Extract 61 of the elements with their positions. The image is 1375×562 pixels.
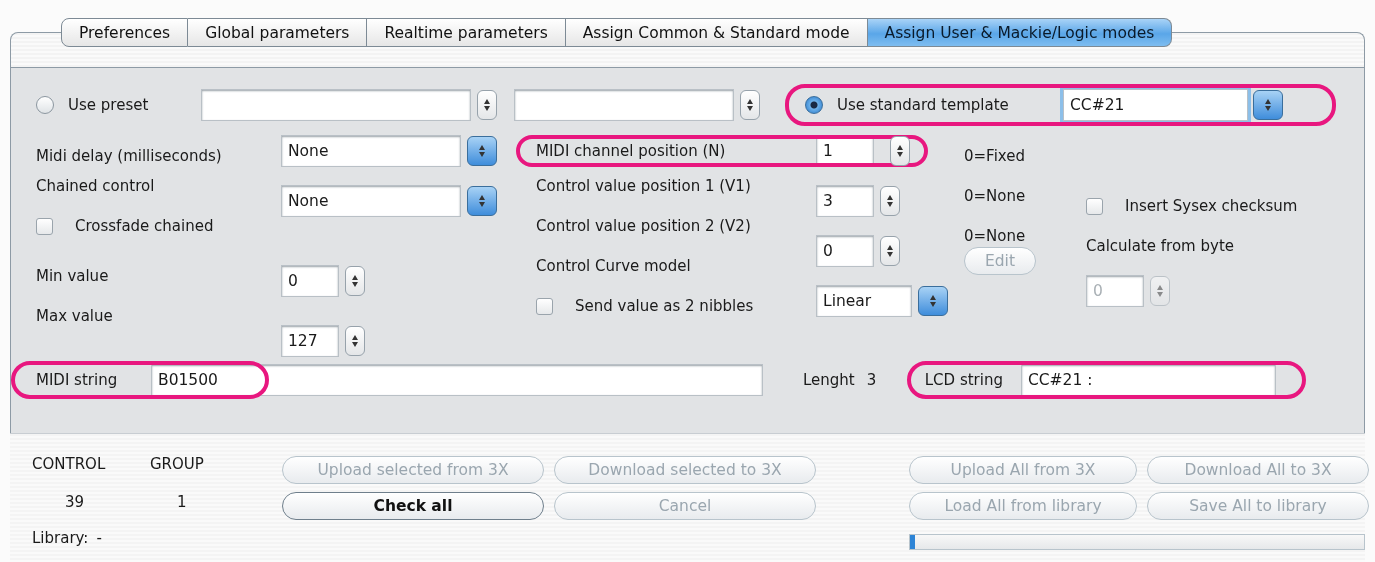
label: Crossfade chained	[75, 216, 214, 236]
label: Max value	[36, 306, 114, 326]
label: Min value	[36, 266, 110, 286]
number-field[interactable]: 0	[816, 235, 874, 267]
stepper-button[interactable]	[890, 136, 910, 166]
label: Control Curve model	[536, 256, 692, 276]
midi-string-field[interactable]: B01500	[151, 364, 763, 396]
label: Send value as 2 nibbles	[575, 296, 754, 316]
label: Calculate from byte	[1086, 236, 1235, 256]
label: Use preset	[68, 95, 150, 115]
checkbox[interactable]	[1086, 197, 1103, 215]
label: MIDI string	[36, 370, 119, 390]
column-header: GROUP	[150, 454, 205, 475]
label: Use standard template	[837, 95, 1010, 115]
radio-button[interactable]	[805, 96, 823, 114]
checkbox[interactable]	[536, 297, 553, 315]
control-number: 39	[64, 492, 86, 513]
note: 0=None	[964, 226, 1027, 246]
dropdown[interactable]: Linear	[816, 285, 912, 317]
stepper-button[interactable]	[880, 236, 900, 266]
label: Control value position 2 (V2)	[536, 216, 752, 236]
tab[interactable]: Assign Common & Standard mode	[565, 18, 868, 47]
template-field[interactable]: CC#21	[1063, 89, 1248, 121]
tab[interactable]: Global parameters	[188, 18, 368, 47]
label: Chained control	[36, 176, 156, 196]
tab[interactable]: Realtime parameters	[367, 18, 566, 47]
label: Lenght	[803, 370, 855, 390]
stepper-button[interactable]	[467, 186, 497, 216]
stepper-button[interactable]	[467, 136, 497, 166]
preset-field[interactable]	[201, 89, 471, 121]
stepper-button[interactable]	[345, 326, 365, 356]
number-field[interactable]: 0	[281, 265, 339, 297]
note: 0=None	[964, 186, 1027, 206]
stepper-button[interactable]	[918, 286, 948, 316]
stepper-button[interactable]	[880, 186, 900, 216]
label: Library:	[32, 528, 89, 548]
tab[interactable]: Preferences	[61, 18, 189, 47]
label: Control value position 1 (V1)	[536, 176, 752, 196]
label: Insert Sysex checksum	[1125, 196, 1298, 216]
length-value: 3	[866, 370, 878, 390]
lcd-string-field[interactable]: CC#21 :	[1020, 364, 1276, 396]
library-value: -	[96, 528, 102, 548]
stepper-button[interactable]	[477, 90, 497, 120]
tab[interactable]: Assign User & Mackie/Logic modes	[867, 18, 1173, 47]
group-number: 1	[176, 492, 188, 513]
number-field[interactable]: 3	[816, 185, 874, 217]
dropdown[interactable]: None	[281, 185, 461, 217]
dropdown[interactable]: None	[281, 135, 461, 167]
number-field[interactable]: 127	[281, 325, 339, 357]
label: LCD string	[924, 370, 1003, 390]
action-button[interactable]: Check all	[282, 492, 544, 520]
checkbox[interactable]	[36, 217, 53, 235]
note: 0=Fixed	[964, 146, 1026, 166]
label: MIDI channel position (N)	[536, 141, 727, 161]
stepper-button[interactable]	[345, 266, 365, 296]
label: Midi delay (milliseconds)	[36, 146, 223, 166]
stepper-button[interactable]	[1253, 90, 1283, 120]
column-header: CONTROL	[32, 454, 107, 475]
stepper-button[interactable]	[740, 90, 760, 120]
preset-field[interactable]	[514, 89, 734, 121]
radio-button[interactable]	[36, 96, 54, 114]
